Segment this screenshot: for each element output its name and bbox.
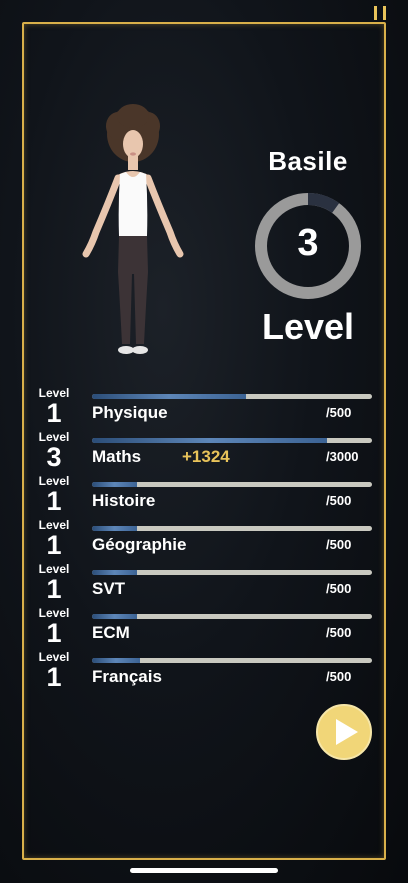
subject-max-points: /500 (326, 537, 352, 552)
subject-progress-fill (92, 614, 137, 619)
subject-max-points: /500 (326, 669, 352, 684)
subject-row: Level 1 Français/500 (34, 650, 374, 694)
subject-level-number: 3 (46, 442, 62, 472)
subject-progress-bar (92, 658, 372, 663)
subject-max-points: /3000 (326, 449, 359, 464)
subject-row: Level 1 ECM/500 (34, 606, 374, 650)
subject-max-points: /500 (326, 405, 352, 420)
subject-max-points: /500 (326, 581, 352, 596)
subject-level-number: 1 (46, 486, 62, 516)
subject-name: SVT (92, 579, 126, 598)
subject-max-points: /500 (326, 493, 352, 508)
play-button[interactable] (316, 704, 372, 760)
subject-name: Français (92, 667, 162, 686)
subject-row: Level 1 Géographie/500 (34, 518, 374, 562)
subject-level-number: 1 (46, 574, 62, 604)
subject-name: Histoire (92, 491, 156, 510)
subject-xp-gain: +1324 (182, 447, 230, 466)
subject-progress-fill (92, 526, 137, 531)
home-indicator[interactable] (130, 868, 278, 873)
subject-progress-fill (92, 482, 137, 487)
subject-level-number: 1 (46, 398, 62, 428)
subject-name: ECM (92, 623, 130, 642)
subject-level-number: 1 (46, 662, 62, 692)
subject-progress-bar (92, 570, 372, 575)
player-level-number: 3 (297, 222, 319, 264)
subject-max-points: /500 (326, 625, 352, 640)
subject-progress-fill (92, 570, 137, 575)
subject-progress-bar (92, 614, 372, 619)
subject-row: Level 1 Physique/500 (34, 386, 374, 430)
subject-level-number: 1 (46, 618, 62, 648)
subject-progress-fill (92, 394, 246, 399)
subject-progress-fill (92, 658, 140, 663)
app-screen: Basile 3 Level Level 1 Physique/500 Level 3 M… (0, 0, 408, 883)
subject-name: Géographie (92, 535, 187, 554)
player-level-label: Level (261, 306, 355, 347)
subject-row: Level 1 SVT/500 (34, 562, 374, 606)
subject-progress-bar (92, 438, 372, 443)
subject-row: Level 1 Histoire/500 (34, 474, 374, 518)
subject-progress-fill (92, 438, 328, 443)
subject-row: Level 3 Maths +1324/3000 (34, 430, 374, 474)
subject-name: Physique (92, 403, 168, 422)
play-icon (335, 719, 358, 745)
subject-name: Maths (92, 447, 142, 466)
subject-progress-bar (92, 394, 372, 399)
pause-icon[interactable] (374, 6, 386, 20)
subject-list: Level 1 Physique/500 Level 3 Maths +1324/3000 L… (34, 386, 374, 694)
subject-progress-bar (92, 526, 372, 531)
character-avatar (78, 104, 188, 364)
subject-level-number: 1 (46, 530, 62, 560)
player-name: Basile (268, 146, 348, 176)
subject-progress-bar (92, 482, 372, 487)
